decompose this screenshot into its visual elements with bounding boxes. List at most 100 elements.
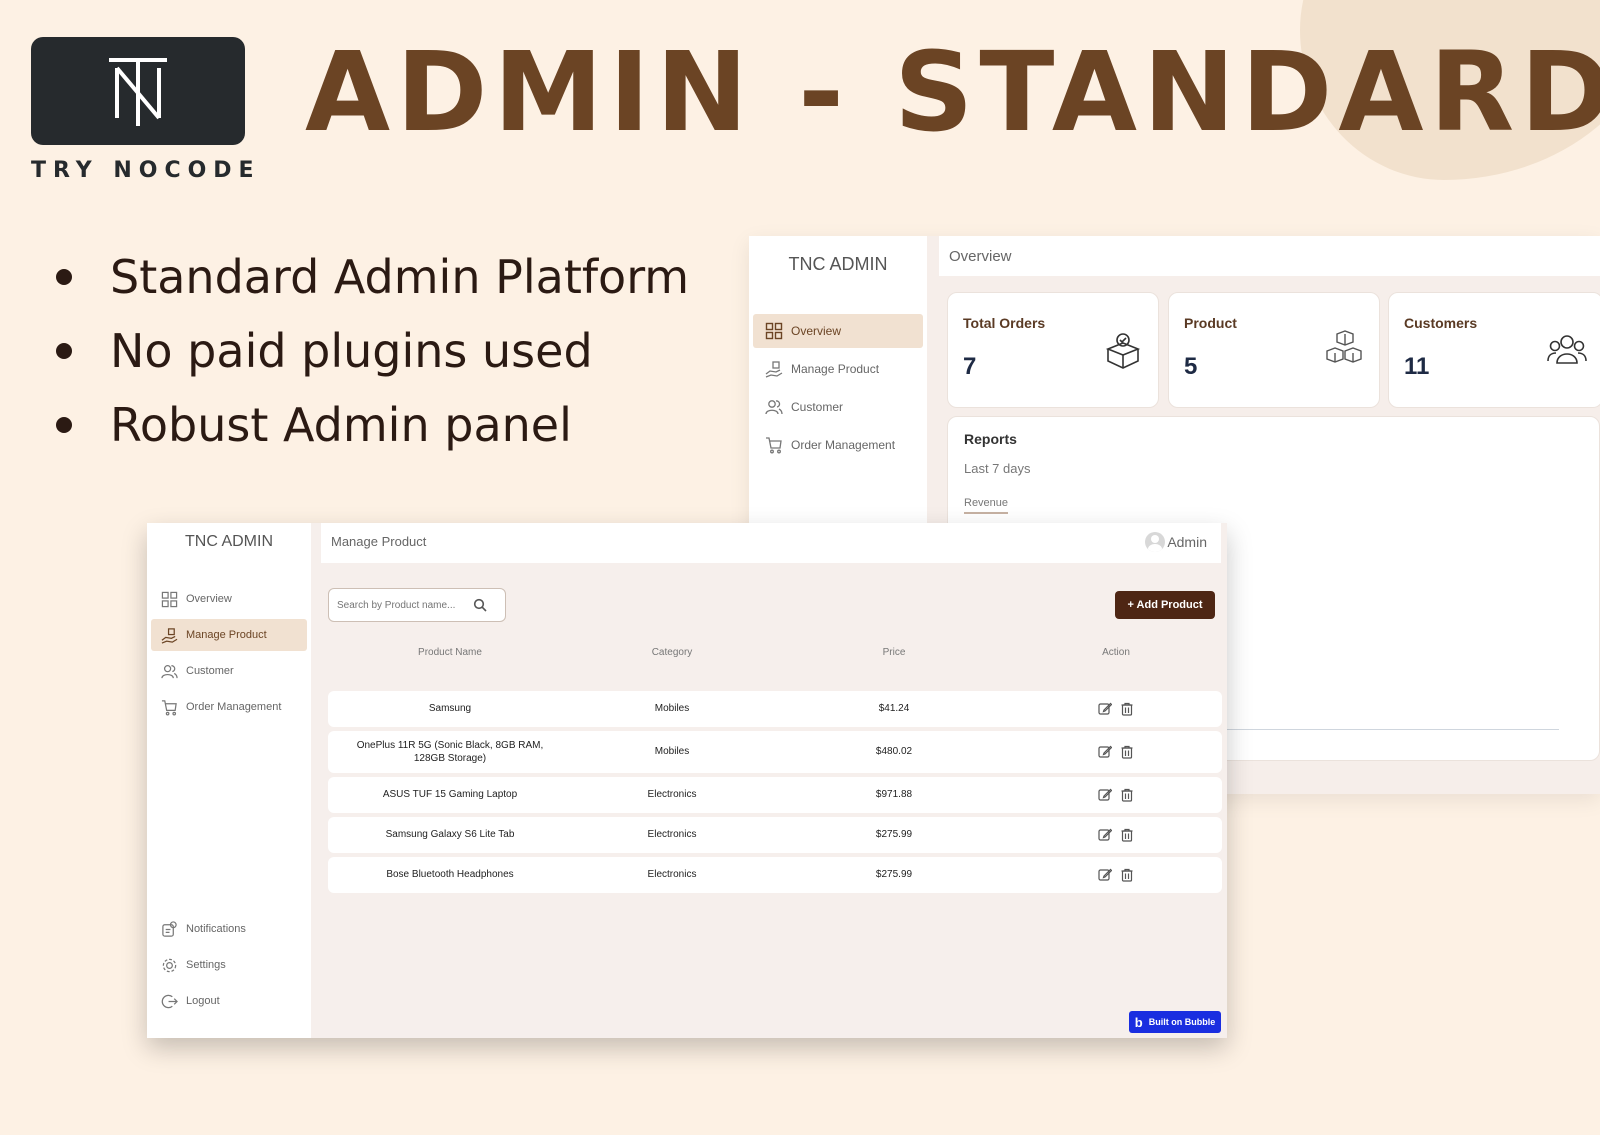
- people-icon: [1547, 335, 1587, 364]
- cell-category: Electronics: [647, 829, 697, 841]
- sidebar-item-settings[interactable]: Settings: [151, 949, 307, 981]
- sidebar-item-notifications[interactable]: Notifications: [151, 913, 307, 945]
- sidebar: TNC ADMIN Overview Manage Product Custom…: [147, 523, 311, 1038]
- topbar-title: Overview: [949, 247, 1012, 265]
- cell-product-name: Bose Bluetooth Headphones: [328, 857, 572, 893]
- topbar-title: Manage Product: [331, 534, 427, 549]
- stat-card-customers: Customers 11: [1388, 292, 1600, 408]
- manage-product-window: TNC ADMIN Overview Manage Product Custom…: [147, 523, 1227, 1038]
- cell-product-name: OnePlus 11R 5G (Sonic Black, 8GB RAM, 12…: [328, 731, 572, 773]
- sidebar-item-label: Settings: [186, 959, 226, 971]
- feature-item: No paid plugins used: [52, 314, 689, 388]
- user-name: Admin: [1167, 534, 1207, 550]
- cell-actions: [1016, 731, 1216, 773]
- edit-icon[interactable]: [1098, 745, 1112, 759]
- cell-price: $41.24: [878, 703, 910, 715]
- cart-icon: [766, 437, 782, 454]
- table-row: ASUS TUF 15 Gaming Laptop Electronics $971…: [328, 777, 1222, 813]
- sidebar-brand: TNC ADMIN: [788, 254, 888, 274]
- sidebar-item-customer[interactable]: Customer: [753, 390, 923, 424]
- sidebar-item-overview[interactable]: Overview: [151, 583, 307, 615]
- trash-icon[interactable]: [1120, 788, 1134, 802]
- card-value: 11: [1404, 353, 1430, 380]
- reports-range[interactable]: Last 7 days: [964, 461, 1031, 476]
- reports-title: Reports: [964, 431, 1017, 447]
- search-box[interactable]: [328, 588, 506, 622]
- sidebar-item-label: Overview: [186, 593, 232, 605]
- topbar: Overview: [939, 236, 1600, 276]
- cell-actions: [1016, 817, 1216, 853]
- table-row: Samsung Mobiles $41.24: [328, 691, 1222, 727]
- logo-wordmark: TRY NOCODE: [31, 158, 261, 183]
- users-icon: [161, 664, 178, 678]
- cell-price: $275.99: [875, 829, 913, 841]
- cart-icon: [161, 699, 177, 715]
- card-title: Customers: [1404, 315, 1478, 331]
- user-menu[interactable]: Admin: [1145, 532, 1207, 552]
- gear-icon: [162, 958, 177, 972]
- sidebar-item-label: Overview: [791, 324, 842, 338]
- feature-item: Standard Admin Platform: [52, 240, 689, 314]
- tn-monogram-icon: [109, 58, 167, 126]
- stat-card-total-orders: Total Orders 7: [947, 292, 1159, 408]
- column-header-category: Category: [651, 647, 693, 658]
- sidebar-item-label: Notifications: [186, 923, 246, 935]
- bullet-icon: [56, 269, 72, 285]
- card-title: Total Orders: [963, 315, 1046, 331]
- trash-icon[interactable]: [1120, 702, 1134, 716]
- sidebar-item-customer[interactable]: Customer: [151, 655, 307, 687]
- search-icon[interactable]: [473, 598, 487, 612]
- cell-product-name: ASUS TUF 15 Gaming Laptop: [328, 777, 572, 813]
- avatar: [1145, 532, 1166, 552]
- search-input[interactable]: [337, 599, 469, 611]
- sidebar-nav: Overview Manage Product Customer Order M…: [753, 314, 923, 462]
- cell-price: $971.88: [875, 789, 913, 801]
- edit-icon[interactable]: [1098, 828, 1112, 842]
- sidebar-item-label: Customer: [186, 665, 234, 677]
- sidebar-item-order-management[interactable]: Order Management: [151, 691, 307, 723]
- logout-icon: [161, 994, 178, 1008]
- built-on-bubble-badge[interactable]: b Built on Bubble: [1129, 1011, 1221, 1033]
- edit-icon[interactable]: [1098, 868, 1112, 882]
- sidebar-item-manage-product[interactable]: Manage Product: [753, 352, 923, 386]
- bell-icon: [162, 920, 177, 937]
- column-header-action: Action: [1102, 647, 1130, 658]
- cell-product-name: Samsung Galaxy S6 Lite Tab: [328, 817, 572, 853]
- logo: [31, 37, 245, 145]
- card-value: 5: [1184, 353, 1198, 380]
- bullet-icon: [56, 343, 72, 359]
- sidebar-nav: Overview Manage Product Customer Order M…: [151, 583, 307, 727]
- product-name: Samsung: [428, 703, 472, 715]
- table-row: Bose Bluetooth Headphones Electronics $275…: [328, 857, 1222, 893]
- product-name: OnePlus 11R 5G (Sonic Black, 8GB RAM, 12…: [356, 739, 544, 765]
- feature-text: Standard Admin Platform: [110, 250, 690, 304]
- tab-revenue[interactable]: Revenue: [964, 497, 1009, 514]
- topbar: Manage Product Admin: [321, 523, 1221, 563]
- feature-text: Robust Admin panel: [110, 398, 572, 452]
- cell-product-name: Samsung: [328, 691, 572, 727]
- product-name: Samsung Galaxy S6 Lite Tab: [385, 829, 515, 841]
- hand-box-icon: [161, 627, 178, 644]
- cell-category: Electronics: [647, 789, 697, 801]
- trash-icon[interactable]: [1120, 745, 1134, 759]
- sidebar-item-order-management[interactable]: Order Management: [753, 428, 923, 462]
- cell-category: Mobiles: [654, 703, 690, 715]
- add-product-button[interactable]: + Add Product: [1115, 591, 1215, 619]
- edit-icon[interactable]: [1098, 788, 1112, 802]
- trash-icon[interactable]: [1120, 868, 1134, 882]
- sidebar-item-overview[interactable]: Overview: [753, 314, 923, 348]
- cell-category: Mobiles: [654, 746, 690, 758]
- sidebar-item-manage-product[interactable]: Manage Product: [151, 619, 307, 651]
- page-title: ADMIN - STANDARD: [305, 28, 1600, 156]
- sidebar-item-label: Customer: [791, 400, 844, 414]
- column-header-price: Price: [882, 647, 906, 658]
- badge-label: Built on Bubble: [1148, 1017, 1216, 1027]
- edit-icon[interactable]: [1098, 702, 1112, 716]
- sidebar-item-logout[interactable]: Logout: [151, 985, 307, 1017]
- grid-icon: [161, 591, 178, 607]
- cell-actions: [1016, 691, 1216, 727]
- trash-icon[interactable]: [1120, 828, 1134, 842]
- product-table: Samsung Mobiles $41.24 OnePlus 11R 5G (Soni…: [328, 691, 1222, 897]
- sidebar-item-label: Manage Product: [791, 362, 880, 376]
- users-icon: [765, 400, 783, 415]
